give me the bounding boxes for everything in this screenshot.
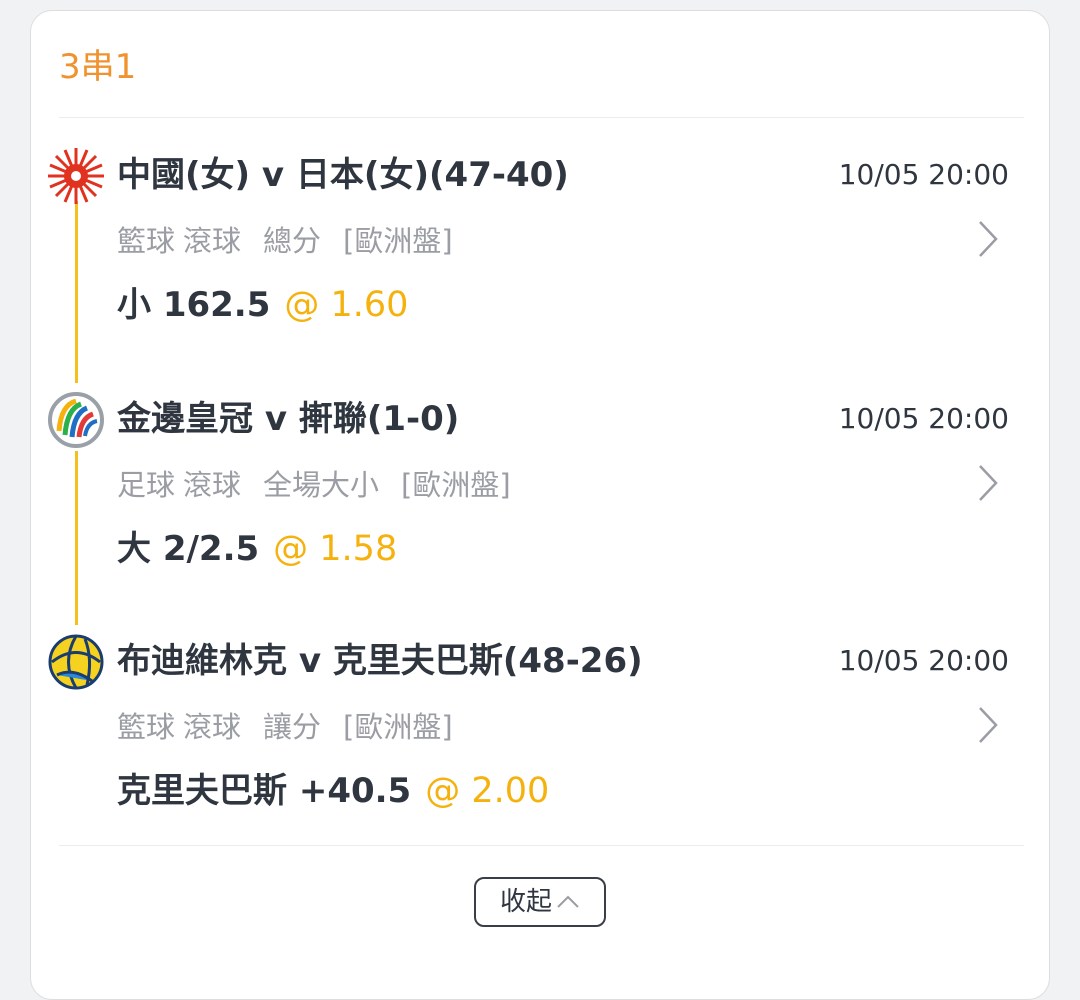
bottom-divider xyxy=(59,845,1024,846)
basketball-logo-icon xyxy=(47,633,105,691)
chevron-right-icon[interactable] xyxy=(977,705,999,745)
parlay-type-title: 3串1 xyxy=(59,47,137,87)
market-label: 總分 xyxy=(263,224,322,258)
inplay-label: 滾球 xyxy=(183,710,242,744)
inplay-label: 滾球 xyxy=(183,468,242,502)
selection: 克里夫巴斯 +40.5 @ 2.00 xyxy=(117,769,549,813)
odds-value: @ 1.58 xyxy=(273,529,398,569)
chevron-up-icon xyxy=(556,879,580,925)
selection-label: 大 2/2.5 xyxy=(117,529,260,569)
odds-value: @ 1.60 xyxy=(284,285,409,325)
collapse-button[interactable]: 收起 xyxy=(474,877,606,927)
top-divider xyxy=(59,117,1024,118)
sport-label: 籃球 xyxy=(117,224,176,258)
bet-leg[interactable]: 中國(女) v 日本(女)(47-40) 10/05 20:00 籃球 滾球 總分 [… xyxy=(31,147,1051,387)
market-label: 讓分 xyxy=(263,710,322,744)
bet-leg[interactable]: 布迪維林克 v 克里夫巴斯(48-26) 10/05 20:00 籃球 滾球 讓分 [… xyxy=(31,633,1051,873)
match-time: 10/05 20:00 xyxy=(838,158,1009,191)
sport-label: 足球 xyxy=(117,468,176,502)
market-info: 籃球 滾球 總分 [歐洲盤] xyxy=(117,223,475,259)
market-label: 全場大小 xyxy=(263,468,380,502)
sunburst-logo-icon xyxy=(47,147,105,205)
odds-type-label: [歐洲盤] xyxy=(401,468,511,502)
odds-type-label: [歐洲盤] xyxy=(343,224,453,258)
selection: 大 2/2.5 @ 1.58 xyxy=(117,527,397,571)
market-info: 籃球 滾球 讓分 [歐洲盤] xyxy=(117,709,475,745)
collapse-label: 收起 xyxy=(499,887,552,917)
market-info: 足球 滾球 全場大小 [歐洲盤] xyxy=(117,467,533,503)
match-time: 10/05 20:00 xyxy=(838,644,1009,677)
odds-type-label: [歐洲盤] xyxy=(343,710,453,744)
inplay-label: 滾球 xyxy=(183,224,242,258)
parlay-card: 3串1 中國(女) v 日本(女)(47-40) 10/05 20:00 籃球滾… xyxy=(30,10,1050,1000)
afc-cup-logo-icon xyxy=(47,391,105,449)
chevron-right-icon[interactable] xyxy=(977,219,999,259)
sport-label: 籃球 xyxy=(117,710,176,744)
odds-value: @ 2.00 xyxy=(425,771,550,811)
match-title: 中國(女) v 日本(女)(47-40) xyxy=(117,155,569,195)
selection-label: 克里夫巴斯 +40.5 xyxy=(117,771,412,811)
match-title: 金邊皇冠 v 搟聯(1-0) xyxy=(117,399,460,439)
bet-leg[interactable]: 金邊皇冠 v 搟聯(1-0) 10/05 20:00 足球 滾球 全場大小 [歐洲盤]… xyxy=(31,391,1051,631)
match-time: 10/05 20:00 xyxy=(838,402,1009,435)
match-title: 布迪維林克 v 克里夫巴斯(48-26) xyxy=(117,641,643,681)
chevron-right-icon[interactable] xyxy=(977,463,999,503)
selection-label: 小 162.5 xyxy=(117,285,271,325)
selection: 小 162.5 @ 1.60 xyxy=(117,283,408,327)
